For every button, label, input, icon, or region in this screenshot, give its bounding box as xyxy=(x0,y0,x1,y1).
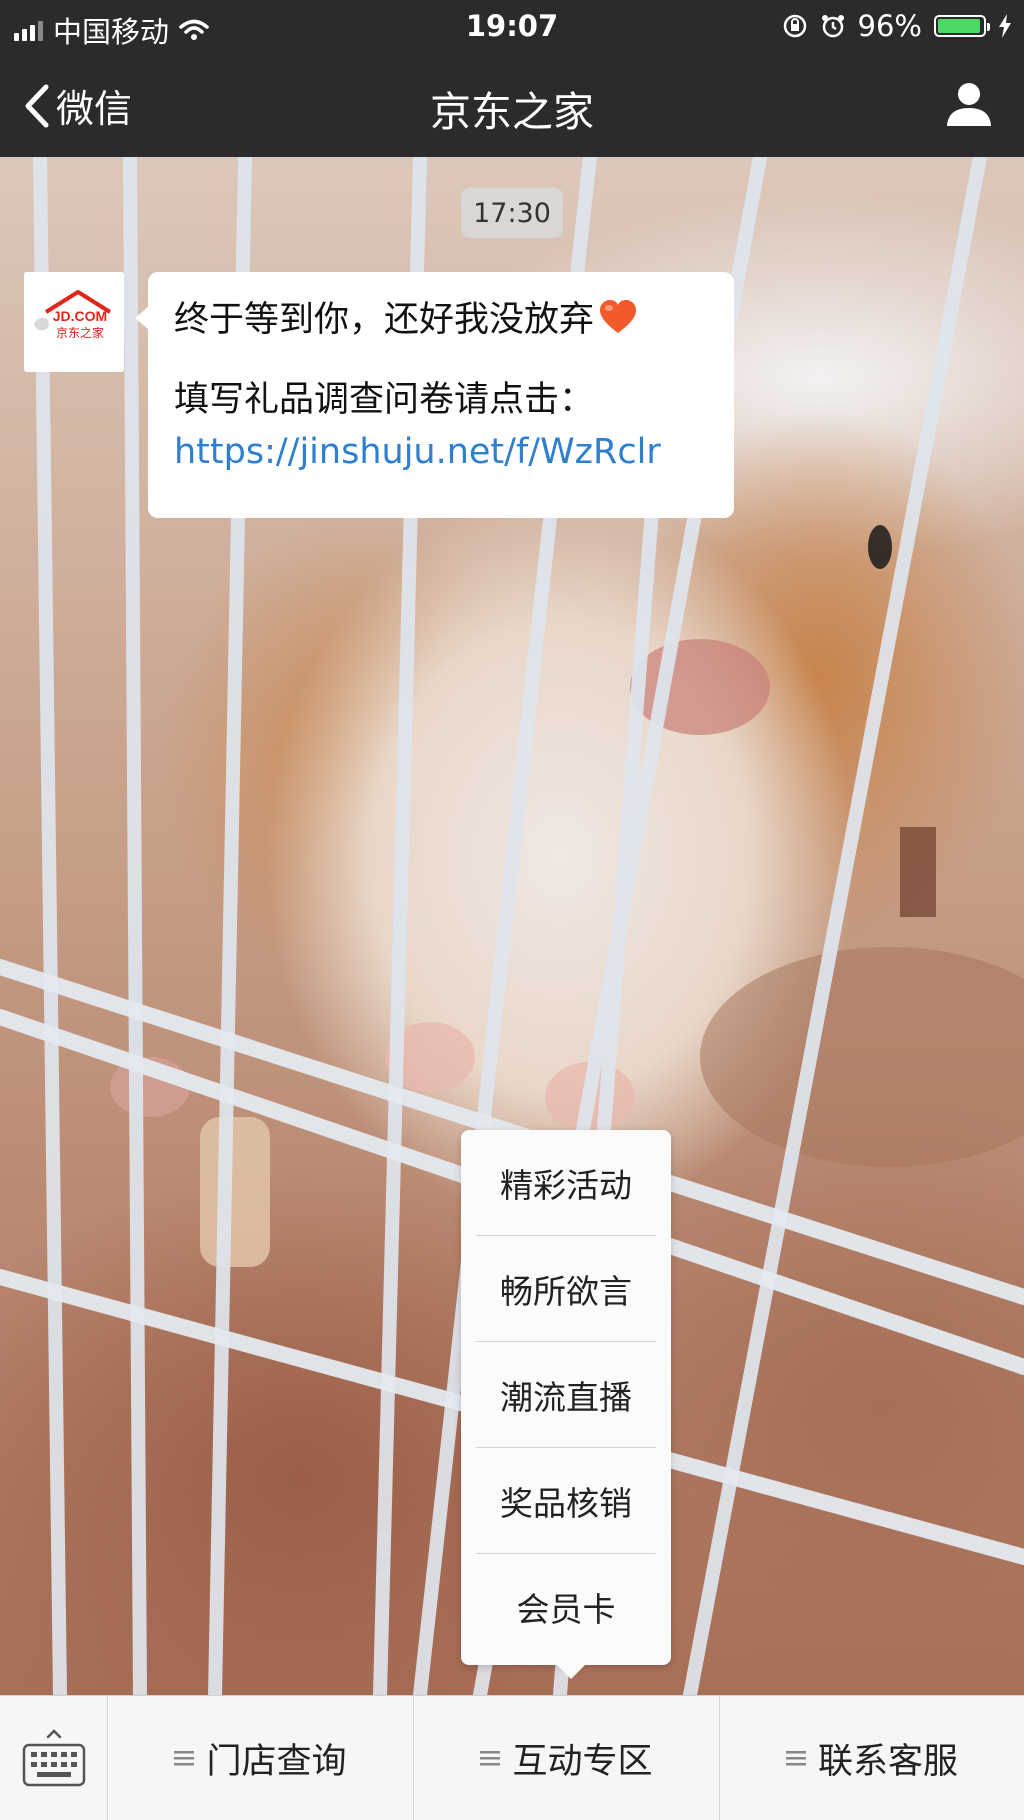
charging-icon xyxy=(999,14,1011,38)
menu-lines-icon xyxy=(174,1751,195,1766)
menu-label-interactive-zone: 互动专区 xyxy=(512,1741,653,1782)
orientation-lock-icon xyxy=(783,14,806,38)
menu-label-store-query: 门店查询 xyxy=(206,1741,347,1782)
menu-store-query[interactable]: 门店查询 xyxy=(108,1696,414,1820)
survey-link[interactable]: https://jinshuju.net/f/WzRclr xyxy=(174,426,708,478)
keyboard-icon xyxy=(22,1729,85,1787)
menu-item-feedback[interactable]: 畅所欲言 xyxy=(476,1236,656,1342)
jd-logo: JD.COM 京东之家 xyxy=(24,272,124,372)
menu-interactive-zone[interactable]: 互动专区 xyxy=(414,1696,720,1820)
menu-item-member-card[interactable]: 会员卡 xyxy=(476,1554,656,1660)
status-bar: 中国移动 19:07 96% xyxy=(0,0,1024,52)
battery-fill xyxy=(938,19,981,33)
message-bubble[interactable]: 终于等到你，还好我没放弃 填写礼品调查问卷请点击： https://jinshu… xyxy=(135,272,734,518)
avatar-logo-subtext: 京东之家 xyxy=(56,325,104,340)
menu-item-activities[interactable]: 精彩活动 xyxy=(476,1130,656,1236)
status-right: 96% xyxy=(782,9,1012,43)
alarm-icon xyxy=(821,15,844,38)
bottom-menu-bar: 门店查询 互动专区 联系客服 xyxy=(0,1695,1024,1820)
menu-lines-icon xyxy=(785,1751,806,1766)
avatar-logo-text: JD.COM xyxy=(53,308,107,324)
menu-item-live[interactable]: 潮流直播 xyxy=(476,1342,656,1448)
menu-item-redeem[interactable]: 奖品核销 xyxy=(476,1448,656,1554)
heart-icon xyxy=(600,300,637,333)
profile-icon[interactable] xyxy=(944,78,994,128)
page-title: 京东之家 xyxy=(430,88,594,136)
message-timestamp: 17:30 xyxy=(461,188,563,238)
menu-customer-service[interactable]: 联系客服 xyxy=(720,1696,1024,1820)
menu-label-customer-service: 联系客服 xyxy=(817,1741,958,1782)
message-text-1: 终于等到你，还好我没放弃 xyxy=(174,300,595,340)
message-line-2: 填写礼品调查问卷请点击： xyxy=(174,380,595,420)
battery-icon xyxy=(934,15,990,37)
nav-bar: 微信 京东之家 xyxy=(0,52,1024,157)
menu-lines-icon xyxy=(480,1751,501,1766)
avatar[interactable]: JD.COM 京东之家 xyxy=(24,272,124,372)
keyboard-toggle-button[interactable] xyxy=(0,1696,108,1820)
message-line-1: 终于等到你，还好我没放弃 xyxy=(174,294,708,346)
submenu-popup: 精彩活动 畅所欲言 潮流直播 奖品核销 会员卡 xyxy=(461,1130,671,1679)
battery-percent: 96% xyxy=(857,9,922,43)
